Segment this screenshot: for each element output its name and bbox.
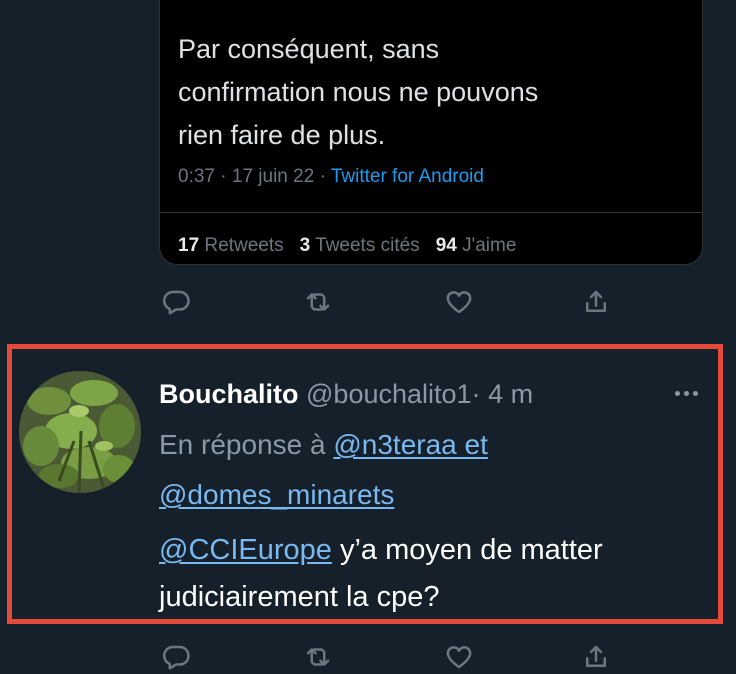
- retweets-stat[interactable]: 17 Retweets: [178, 235, 284, 256]
- quoted-line-3: rien faire de plus.: [178, 120, 386, 150]
- share-icon[interactable]: [579, 640, 613, 674]
- retweet-icon[interactable]: [301, 285, 335, 319]
- retweet-icon[interactable]: [301, 640, 335, 674]
- divider: [160, 212, 702, 213]
- meta-separator: ·: [319, 166, 326, 187]
- retweets-count: 17: [178, 235, 200, 256]
- quotes-stat[interactable]: 3 Tweets cités: [300, 235, 420, 256]
- quoted-tweet-meta: 0:37 · 17 juin 22 · Twitter for Android: [178, 166, 484, 188]
- quoted-tweet-stats: 17 Retweets 3 Tweets cités 94 J'aime: [178, 235, 516, 257]
- retweets-label: Retweets: [204, 235, 284, 256]
- quoted-time[interactable]: 0:37: [178, 166, 215, 187]
- quoted-tweet-card[interactable]: Par conséquent, sans confirmation nous n…: [159, 0, 703, 265]
- share-icon[interactable]: [579, 285, 613, 319]
- tweet-actions-bar: [159, 640, 619, 674]
- tweet-actions-bar: [159, 285, 619, 319]
- quoted-line-1: Par conséquent, sans: [178, 34, 440, 64]
- heart-icon[interactable]: [442, 285, 476, 319]
- tweet-source-link[interactable]: Twitter for Android: [331, 166, 484, 187]
- likes-stat[interactable]: 94 J'aime: [436, 235, 517, 256]
- quoted-line-2: confirmation nous ne pouvons: [178, 77, 539, 107]
- highlight-box: [7, 344, 723, 624]
- reply-icon[interactable]: [159, 285, 193, 319]
- quoted-tweet-text: Par conséquent, sans confirmation nous n…: [178, 28, 678, 157]
- likes-count: 94: [435, 235, 457, 256]
- reply-icon[interactable]: [159, 640, 193, 674]
- meta-separator: ·: [220, 166, 227, 187]
- quoted-date[interactable]: 17 juin 22: [232, 166, 314, 187]
- likes-label: J'aime: [462, 235, 517, 256]
- quotes-count: 3: [299, 235, 311, 256]
- quotes-label: Tweets cités: [315, 235, 420, 256]
- heart-icon[interactable]: [442, 640, 476, 674]
